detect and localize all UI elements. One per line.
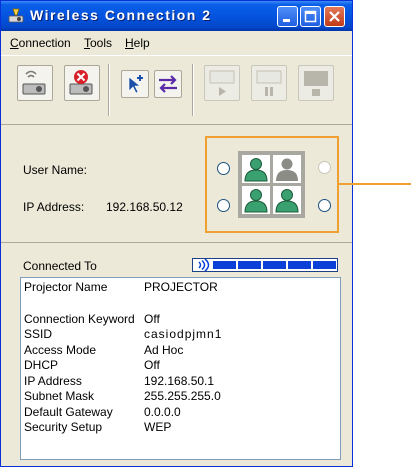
detail-value: Ad Hoc — [144, 343, 184, 357]
connection-info-panel: User Name: IP Address: 192.168.50.12 — [1, 124, 352, 243]
detail-key: Connection Keyword — [24, 312, 135, 326]
user-active-icon — [244, 189, 268, 213]
layout-radio-bottom-left[interactable] — [217, 199, 230, 212]
select-add-button[interactable] — [121, 70, 149, 98]
menu-connection-mnemonic: C — [10, 36, 19, 50]
pause-button[interactable] — [251, 65, 287, 101]
close-button[interactable] — [324, 6, 345, 27]
layout-radio-bottom-right[interactable] — [318, 199, 331, 212]
swap-icon — [159, 75, 177, 93]
detail-key: Security Setup — [24, 420, 103, 434]
playback-pause-icon — [256, 70, 282, 96]
toolbar-separator — [192, 64, 194, 116]
layout-radio-top-left[interactable] — [217, 162, 230, 175]
detail-value: PROJECTOR — [144, 280, 218, 294]
detail-key: SSID — [24, 327, 53, 341]
slot-top-right[interactable] — [273, 155, 301, 183]
detail-value: 0.0.0.0 — [144, 405, 181, 419]
projector-search-icon — [22, 70, 46, 95]
wireless-connection-window: Wireless Connection 2 Connection Tools H… — [0, 0, 353, 467]
signal-segment — [288, 261, 311, 269]
detail-value: 255.255.255.0 — [144, 389, 221, 403]
play-button[interactable] — [204, 65, 240, 101]
connected-to-label: Connected To — [23, 259, 97, 273]
close-icon — [329, 11, 340, 22]
wireless-signal-icon — [198, 259, 210, 271]
menu-help-mnemonic: H — [125, 36, 134, 50]
window-title: Wireless Connection 2 — [30, 7, 212, 23]
swap-button[interactable] — [154, 70, 182, 98]
projector-search-button[interactable] — [17, 65, 53, 101]
user-name-label: User Name: — [23, 163, 88, 177]
signal-segment — [263, 261, 286, 269]
callout-line — [339, 183, 411, 185]
maximize-icon — [304, 10, 317, 23]
detail-value: Off — [144, 358, 160, 372]
split-screen-panel — [238, 151, 305, 218]
stop-button[interactable] — [298, 65, 334, 101]
detail-value: casiodpjmn1 — [144, 327, 223, 341]
detail-value: WEP — [144, 420, 172, 434]
signal-segment — [238, 261, 261, 269]
maximize-button[interactable] — [300, 6, 321, 27]
slot-bottom-left[interactable] — [242, 186, 270, 214]
user-inactive-icon — [276, 158, 298, 181]
menu-tools[interactable]: Tools — [84, 36, 112, 50]
detail-key: DHCP — [24, 358, 59, 372]
playback-play-icon — [209, 70, 235, 96]
toolbar — [1, 55, 352, 125]
detail-key: Access Mode — [24, 343, 97, 357]
projector-app-icon — [8, 8, 24, 23]
ip-address-value: 192.168.50.12 — [106, 200, 183, 214]
slot-top-left[interactable] — [242, 155, 270, 183]
minimize-button[interactable] — [277, 6, 298, 27]
menu-connection-label: onnection — [18, 36, 71, 50]
toolbar-separator — [108, 64, 110, 116]
projector-disconnect-icon — [69, 70, 93, 95]
slot-bottom-right[interactable] — [273, 186, 301, 214]
detail-value: Off — [144, 312, 160, 326]
detail-key: Default Gateway — [24, 405, 113, 419]
connection-details-box: Projector Name PROJECTOR Connection Keywo… — [20, 277, 341, 460]
signal-segment — [213, 261, 236, 269]
ip-address-label: IP Address: — [23, 200, 85, 214]
detail-value: 192.168.50.1 — [144, 374, 215, 388]
title-bar[interactable]: Wireless Connection 2 — [1, 1, 352, 31]
signal-strength-bar — [192, 258, 338, 272]
menu-bar: Connection Tools Help — [1, 32, 352, 54]
minimize-icon — [283, 19, 290, 22]
user-active-icon — [244, 158, 268, 182]
projector-disconnect-button[interactable] — [64, 65, 100, 101]
detail-key: IP Address — [24, 374, 82, 388]
playback-stop-icon — [304, 71, 328, 96]
menu-connection[interactable]: Connection — [10, 36, 71, 50]
screen-layout-selector — [205, 136, 339, 233]
layout-radio-top-right[interactable] — [318, 161, 331, 174]
connected-to-section: Connected To Projector Name PROJECTOR Con… — [1, 244, 352, 466]
user-active-icon — [275, 189, 299, 213]
menu-tools-label: ools — [90, 36, 113, 50]
select-add-icon — [128, 75, 143, 94]
menu-help-label: elp — [133, 36, 150, 50]
detail-key: Subnet Mask — [24, 389, 95, 403]
menu-help[interactable]: Help — [125, 36, 150, 50]
detail-key: Projector Name — [24, 280, 108, 294]
signal-segment — [313, 261, 336, 269]
